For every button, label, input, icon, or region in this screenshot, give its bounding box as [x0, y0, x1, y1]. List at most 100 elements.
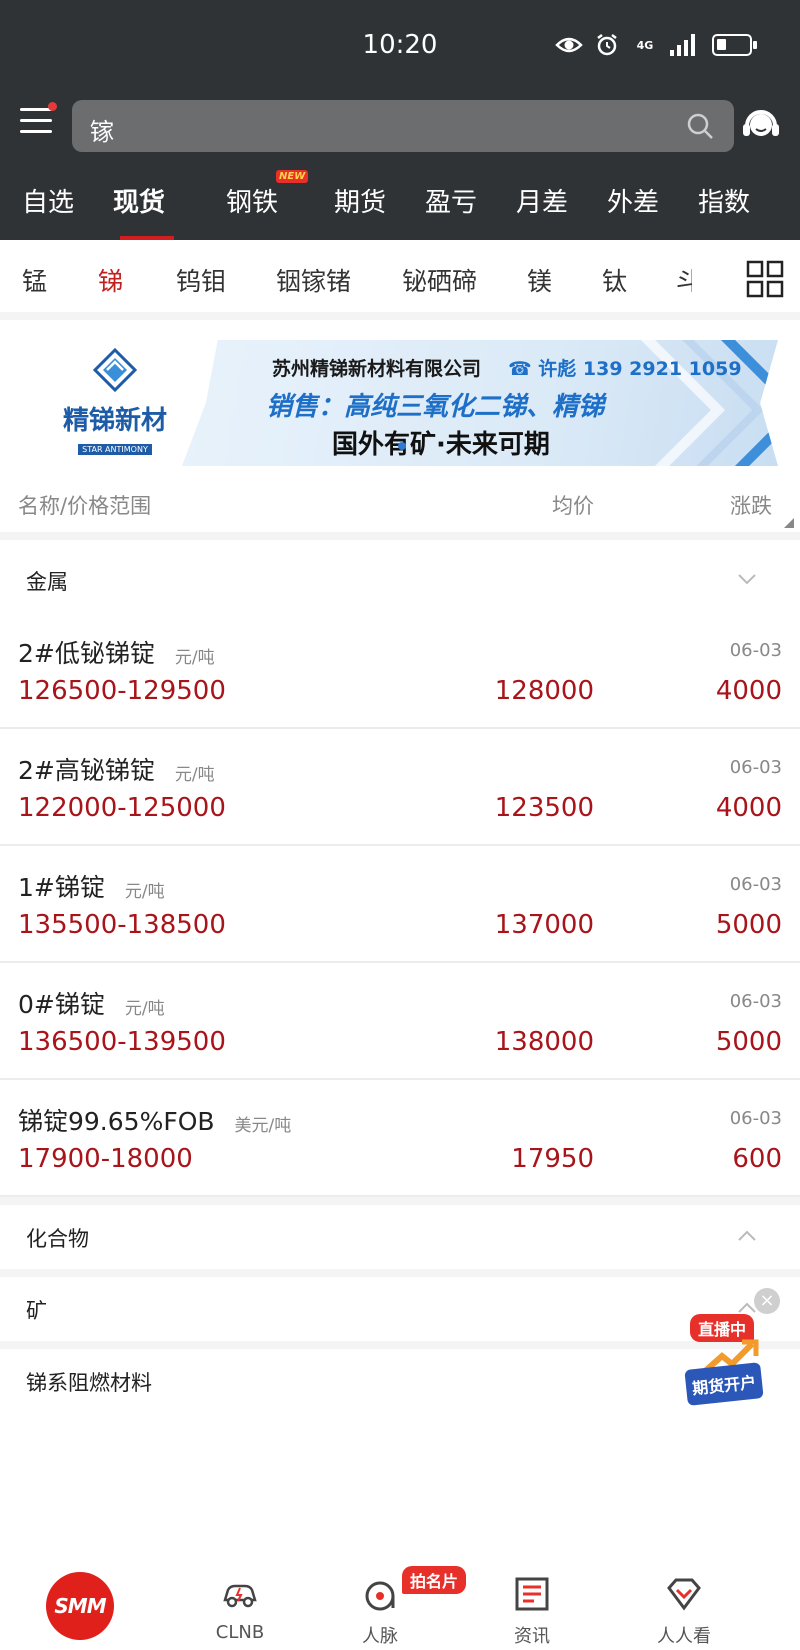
product-unit: 美元/吨 [234, 1115, 292, 1136]
product-name: 1#锑锭 元/吨 [18, 868, 165, 904]
nav-label: 资讯 [514, 1626, 550, 1647]
phone-icon: ☎ [508, 358, 532, 380]
price-row[interactable]: 2#高铋锑锭 元/吨 06-03 122000-125000 123500 400… [0, 729, 800, 846]
product-name-text: 0#锑锭 [18, 990, 105, 1019]
subtab-bismuth-selenium-tellurium[interactable]: 铋硒碲 [402, 262, 477, 298]
price-average: 128000 [494, 676, 594, 706]
banner-sale: 销售：高纯三氧化二锑、精锑 [266, 392, 605, 422]
nav-everyone-watch[interactable]: 人人看 [624, 1546, 744, 1648]
metal-subtabs: 锰 锑 钨钼 铟镓锗 铋硒碲 镁 钛 斗 [0, 240, 800, 320]
tab-external-spread[interactable]: 外差 [607, 182, 659, 219]
notification-dot [48, 102, 57, 111]
price-row[interactable]: 锑锭99.65%FOB 美元/吨 06-03 17900-18000 17950 … [0, 1080, 800, 1197]
close-icon[interactable]: × [754, 1288, 780, 1314]
bottom-nav: SMM CLNB 人脉 资讯 人人看 [0, 1546, 800, 1650]
app-header: 10:20 4G 镓 自选 现货 钢铁 期货 盈亏 月差 外差 指数 NEW [0, 0, 800, 240]
subtab-manganese[interactable]: 锰 [22, 262, 47, 298]
search-value: 镓 [90, 118, 114, 146]
price-change: 5000 [715, 1027, 782, 1057]
main-tabs: 自选 现货 钢铁 期货 盈亏 月差 外差 指数 [0, 170, 800, 240]
tab-month-spread[interactable]: 月差 [516, 182, 568, 219]
price-row[interactable]: 0#锑锭 元/吨 06-03 136500-139500 138000 5000 [0, 963, 800, 1080]
price-average: 137000 [494, 910, 594, 940]
price-date: 06-03 [729, 991, 782, 1012]
price-list-header: 名称/价格范围 均价 涨跌 [0, 470, 800, 540]
tab-index[interactable]: 指数 [698, 182, 750, 219]
product-name: 2#低铋锑锭 元/吨 [18, 634, 215, 670]
header-change[interactable]: 涨跌 [730, 490, 772, 520]
price-range: 135500-138500 [18, 910, 226, 940]
banner-slogan: 国外有矿·未来可期 [332, 430, 550, 460]
chevron-down-icon [738, 574, 756, 585]
tab-futures[interactable]: 期货 [334, 182, 386, 219]
price-range: 17900-18000 [18, 1144, 193, 1174]
section-metal[interactable]: 金属 [0, 548, 800, 612]
product-name: 0#锑锭 元/吨 [18, 985, 165, 1021]
subtab-antimony[interactable]: 锑 [98, 262, 123, 298]
price-row[interactable]: 2#低铋锑锭 元/吨 06-03 126500-129500 128000 400… [0, 612, 800, 729]
product-name-text: 锑锭99.65%FOB [18, 1107, 215, 1136]
subtab-titanium[interactable]: 钛 [602, 262, 627, 298]
price-date: 06-03 [729, 640, 782, 661]
battery-icon [712, 34, 757, 56]
grid-icon[interactable] [746, 260, 784, 298]
product-name: 2#高铋锑锭 元/吨 [18, 751, 215, 787]
tab-spot[interactable]: 现货 [113, 182, 165, 219]
banner-company: 苏州精锑新材料有限公司 [272, 358, 482, 380]
ad-banner[interactable]: 精锑新材 STAR ANTIMONY 苏州精锑新材料有限公司 ☎ 许彪 139 … [0, 330, 800, 470]
price-range: 126500-129500 [18, 676, 226, 706]
nav-label: 人人看 [657, 1626, 711, 1647]
connections-icon [365, 1581, 395, 1611]
banner-phone: ☎ 许彪 139 2921 1059 [508, 354, 742, 381]
subtab-truncated[interactable]: 斗 [676, 262, 692, 298]
signal-icon [668, 32, 698, 58]
subtab-magnesium[interactable]: 镁 [527, 262, 552, 298]
search-input[interactable]: 镓 [72, 100, 734, 152]
status-bar: 10:20 4G [0, 0, 800, 92]
product-unit: 元/吨 [124, 881, 165, 902]
product-unit: 元/吨 [124, 998, 165, 1019]
product-name-text: 1#锑锭 [18, 873, 105, 902]
section-compound[interactable]: 化合物 [0, 1205, 800, 1269]
price-date: 06-03 [729, 1108, 782, 1129]
price-range: 122000-125000 [18, 793, 226, 823]
customer-service-icon[interactable] [740, 104, 782, 146]
banner-panel: 苏州精锑新材料有限公司 ☎ 许彪 139 2921 1059 销售：高纯三氧化二… [182, 340, 778, 466]
subtab-indium-gallium-germanium[interactable]: 铟镓锗 [276, 262, 351, 298]
news-icon [515, 1577, 549, 1611]
price-change: 5000 [715, 910, 782, 940]
banner-logo: 精锑新材 STAR ANTIMONY [50, 347, 180, 458]
banner-pagination [398, 442, 406, 450]
nav-news[interactable]: 资讯 [472, 1546, 592, 1648]
tab-watchlist[interactable]: 自选 [22, 182, 74, 219]
section-title: 化合物 [26, 1227, 89, 1251]
banner-dot-active [398, 442, 406, 450]
price-change: 600 [732, 1144, 782, 1174]
banner-logo-sub: STAR ANTIMONY [78, 444, 152, 455]
menu-button[interactable] [20, 108, 52, 138]
sort-indicator-icon [784, 518, 794, 528]
price-average: 138000 [494, 1027, 594, 1057]
price-row[interactable]: 1#锑锭 元/吨 06-03 135500-138500 137000 5000 [0, 846, 800, 963]
tab-steel[interactable]: 钢铁 [226, 182, 278, 219]
price-change: 4000 [715, 793, 782, 823]
alarm-icon [592, 32, 622, 58]
live-stream-float[interactable]: × 直播中 期货开户 [680, 1288, 780, 1418]
price-change: 4000 [715, 676, 782, 706]
nav-connections[interactable]: 人脉 [320, 1546, 440, 1648]
price-date: 06-03 [729, 874, 782, 895]
subtab-tungsten-molybdenum[interactable]: 钨钼 [176, 262, 226, 298]
network-4g-icon: 4G [636, 38, 654, 52]
banner-logo-name: 精锑新材 [62, 406, 167, 436]
search-icon[interactable] [686, 112, 714, 140]
car-icon [223, 1584, 257, 1608]
smm-logo[interactable]: SMM [46, 1572, 114, 1640]
product-unit: 元/吨 [174, 647, 215, 668]
chevron-up-icon [738, 1230, 756, 1241]
nav-clnb[interactable]: CLNB [180, 1546, 300, 1643]
product-name-text: 2#低铋锑锭 [18, 639, 155, 668]
product-name-text: 2#高铋锑锭 [18, 756, 155, 785]
price-date: 06-03 [729, 757, 782, 778]
product-name: 锑锭99.65%FOB 美元/吨 [18, 1102, 291, 1138]
tab-pnl[interactable]: 盈亏 [425, 182, 477, 219]
